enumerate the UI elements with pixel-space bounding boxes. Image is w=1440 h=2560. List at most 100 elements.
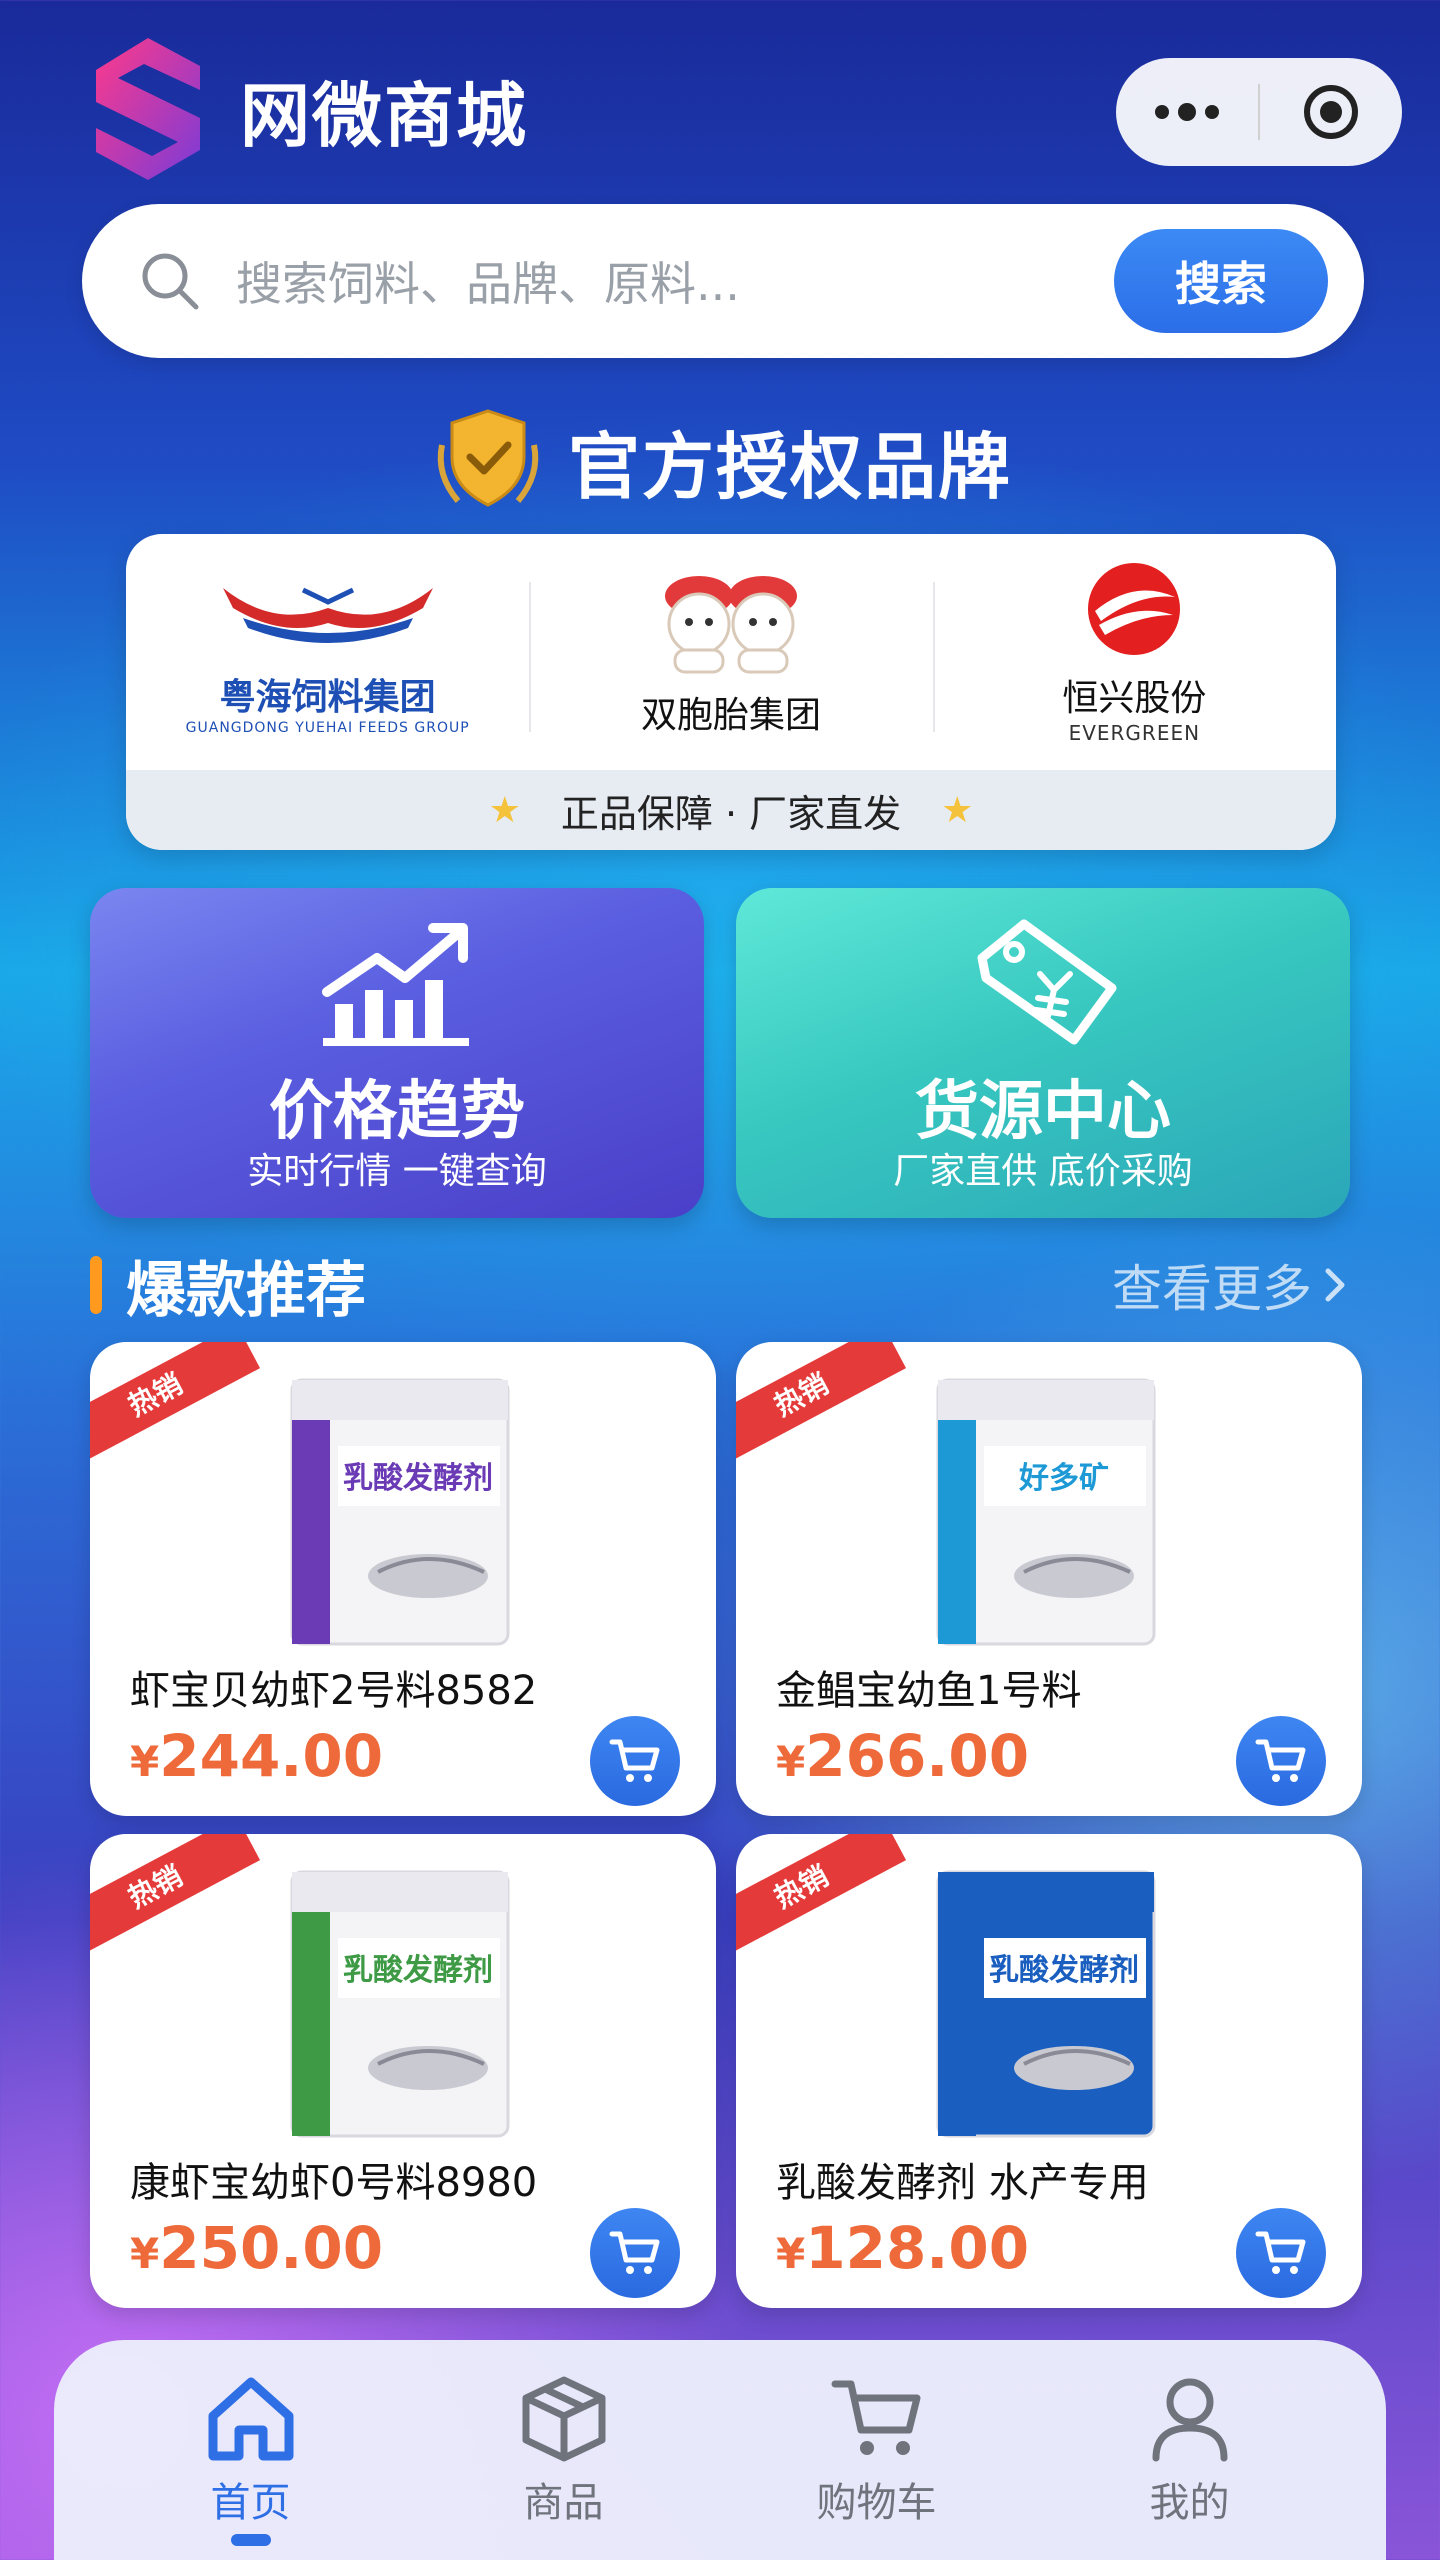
- app-logo: [96, 38, 200, 180]
- product-price: ¥266.00: [776, 1722, 1029, 1790]
- feature-subtitle: 实时行情 一键查询: [247, 1151, 547, 1192]
- more-menu-button[interactable]: [1116, 58, 1258, 166]
- search-button[interactable]: 搜索: [1114, 229, 1328, 333]
- cart-icon: [831, 2380, 920, 2455]
- star-icon: ★: [941, 789, 974, 831]
- hot-sale-label: 热销: [768, 1367, 834, 1423]
- product-card[interactable]: 热销好多矿金鲳宝幼鱼1号料 ¥266.00: [736, 1342, 1362, 1816]
- brand-name: 粤海饲料集团: [219, 677, 436, 718]
- product-image: 好多矿: [936, 1378, 1156, 1646]
- add-to-cart-button[interactable]: [590, 1716, 680, 1806]
- header: 网微商城: [0, 0, 1440, 190]
- product-price: ¥128.00: [776, 2214, 1029, 2282]
- star-icon: ★: [488, 789, 521, 831]
- add-to-cart-button[interactable]: [1236, 2208, 1326, 2298]
- price-amount: 250.00: [159, 2214, 384, 2282]
- price-tag-icon: [977, 919, 1117, 1045]
- price-amount: 244.00: [159, 1722, 384, 1790]
- currency-symbol: ¥: [776, 2229, 806, 2278]
- product-name: 虾宝贝幼虾2号料8582: [130, 1668, 538, 1714]
- search-bar[interactable]: 搜索饲料、品牌、原料... 搜索: [82, 204, 1364, 358]
- add-to-cart-button[interactable]: [1236, 1716, 1326, 1806]
- brand-name: 双胞胎集团: [640, 695, 821, 736]
- box-icon: [522, 2376, 605, 2462]
- tab-label: 我的: [1149, 2480, 1230, 2526]
- brand-card: 粤海饲料集团 GUANGDONG YUEHAI FEEDS GROUP 双胞胎集…: [126, 534, 1336, 850]
- product-price: ¥250.00: [130, 2214, 383, 2282]
- add-to-cart-button[interactable]: [590, 2208, 680, 2298]
- product-package-label: 乳酸发酵剂: [343, 1953, 493, 1988]
- tab-mine[interactable]: 我的: [1033, 2340, 1346, 2560]
- brand-english-name: GUANGDONG YUEHAI FEEDS GROUP: [185, 720, 470, 736]
- shield-check-icon: [437, 409, 539, 507]
- search-input[interactable]: 搜索饲料、品牌、原料...: [236, 248, 1114, 314]
- view-more-label: 查看更多: [1112, 1260, 1312, 1318]
- supply-center-card[interactable]: 货源中心 厂家直供 底价采购: [736, 888, 1350, 1218]
- product-price: ¥244.00: [130, 1722, 383, 1790]
- user-icon: [1152, 2378, 1227, 2462]
- section-accent-bar: [90, 1256, 102, 1314]
- price-amount: 128.00: [805, 2214, 1030, 2282]
- brand-guarantee-text: 正品保障 · 厂家直发: [560, 791, 902, 836]
- hot-picks-section-header: 爆款推荐 查看更多: [90, 1240, 1350, 1330]
- cart-icon: [1255, 2231, 1306, 2274]
- product-name: 金鲳宝幼鱼1号料: [776, 1668, 1082, 1714]
- hot-sale-badge: 热销: [736, 1834, 907, 1955]
- search-icon: [142, 253, 199, 310]
- hot-sale-badge: 热销: [90, 1834, 261, 1955]
- product-image: 乳酸发酵剂: [290, 1378, 510, 1646]
- brand-heading: 官方授权品牌: [0, 400, 1440, 520]
- tab-label: 首页: [210, 2480, 291, 2526]
- brand-name: 恒兴股份: [1062, 678, 1207, 719]
- currency-symbol: ¥: [130, 1737, 160, 1786]
- product-package-label: 好多矿: [1018, 1461, 1109, 1496]
- price-amount: 266.00: [805, 1722, 1030, 1790]
- tab-cart[interactable]: 购物车: [720, 2340, 1033, 2560]
- bottom-tab-bar: 首页 商品 购物车 我的: [54, 2340, 1386, 2560]
- hot-sale-badge: 热销: [90, 1342, 261, 1463]
- feature-icon-wrap: [736, 918, 1350, 1058]
- app-title: 网微商城: [240, 75, 528, 157]
- hot-sale-label: 热销: [122, 1367, 188, 1423]
- product-card[interactable]: 热销 乳酸发酵剂乳酸发酵剂 水产专用 ¥128.00: [736, 1834, 1362, 2308]
- close-mini-program-button[interactable]: [1260, 58, 1402, 166]
- product-image: 乳酸发酵剂: [290, 1870, 510, 2138]
- tab-home[interactable]: 首页: [94, 2340, 407, 2560]
- brand-english-name: EVERGREEN: [1068, 721, 1201, 745]
- hot-sale-label: 热销: [768, 1859, 834, 1915]
- currency-symbol: ¥: [776, 1737, 806, 1786]
- brand-evergreen[interactable]: 恒兴股份 EVERGREEN: [932, 534, 1336, 770]
- feature-subtitle: 厂家直供 底价采购: [893, 1151, 1193, 1192]
- product-name: 乳酸发酵剂 水产专用: [776, 2160, 1149, 2206]
- price-trend-card[interactable]: 价格趋势 实时行情 一键查询: [90, 888, 704, 1218]
- brand-guarantee-bar: ★ 正品保障 · 厂家直发 ★: [126, 770, 1336, 850]
- active-tab-indicator: [230, 2534, 271, 2546]
- product-card[interactable]: 热销乳酸发酵剂康虾宝幼虾0号料8980 ¥250.00: [90, 1834, 716, 2308]
- product-card[interactable]: 热销 乳酸发酵剂虾宝贝幼虾2号料8582 ¥244.00: [90, 1342, 716, 1816]
- view-more-link[interactable]: 查看更多: [1112, 1249, 1350, 1321]
- hot-sale-label: 热销: [122, 1859, 188, 1915]
- feature-title: 价格趋势: [269, 1075, 525, 1149]
- twins-mascot-logo: [664, 576, 797, 674]
- chevron-right-icon: [1325, 1268, 1345, 1302]
- home-icon: [208, 2377, 293, 2461]
- cart-icon: [609, 2231, 660, 2274]
- mini-program-capsule: [1116, 58, 1402, 166]
- product-name: 康虾宝幼虾0号料8980: [130, 2160, 538, 2206]
- section-title: 爆款推荐: [126, 1255, 366, 1326]
- feature-title: 货源中心: [915, 1075, 1171, 1149]
- brand-heading-title: 官方授权品牌: [567, 424, 1012, 509]
- brand-row: 粤海饲料集团 GUANGDONG YUEHAI FEEDS GROUP 双胞胎集…: [126, 534, 1336, 770]
- yuehai-logo: [222, 587, 433, 643]
- brand-yuehai[interactable]: 粤海饲料集团 GUANGDONG YUEHAI FEEDS GROUP: [126, 534, 529, 770]
- evergreen-logo: [1088, 563, 1181, 655]
- tab-products[interactable]: 商品: [407, 2340, 720, 2560]
- target-icon: [1304, 85, 1358, 139]
- more-dots-icon: [1155, 103, 1219, 121]
- brand-shuangbaotai[interactable]: 双胞胎集团: [529, 534, 932, 770]
- cart-icon: [609, 1739, 660, 1782]
- product-image: 乳酸发酵剂: [936, 1870, 1156, 2138]
- chart-trend-icon: [322, 923, 469, 1046]
- tab-label: 购物车: [816, 2480, 937, 2526]
- app-root: 网微商城 搜索饲料、品牌、原料... 搜索 官方授权品牌 粤海饲料集团 GUAN…: [0, 0, 1440, 2560]
